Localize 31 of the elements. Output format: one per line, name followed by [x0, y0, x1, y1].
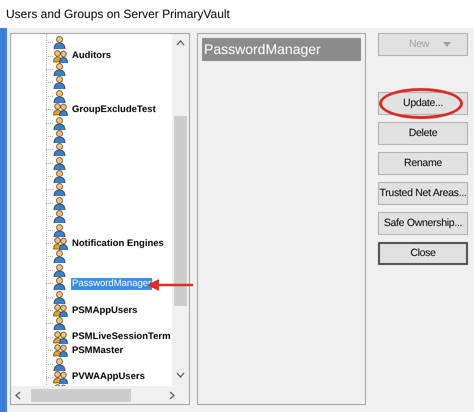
scroll-right-icon[interactable]	[169, 390, 175, 400]
tree-item[interactable]: PSMAppUsers	[71, 304, 138, 316]
caret-icon	[443, 42, 452, 47]
scroll-left-icon[interactable]	[15, 390, 21, 400]
group-icon	[53, 50, 68, 63]
group-icon	[53, 370, 68, 384]
scroll-up-icon[interactable]	[176, 40, 185, 46]
group-icon	[53, 344, 68, 358]
tree-item[interactable]: Auditors	[71, 50, 112, 62]
window-title: Users and Groups on Server PrimaryVault	[6, 6, 230, 23]
dialog-button[interactable]: Update...	[378, 92, 468, 115]
tree-item[interactable]: PSMMaster	[71, 344, 124, 357]
scroll-thumb[interactable]	[31, 388, 131, 402]
dialog-button[interactable]: Trusted Net Areas...	[378, 182, 468, 205]
dialog-button[interactable]: Safe Ownership...	[378, 212, 468, 235]
dialog-button[interactable]: Close	[378, 242, 468, 265]
group-icon	[53, 237, 68, 250]
dialog-button[interactable]: Rename	[378, 152, 468, 175]
tree-item[interactable]: GroupExcludeTest	[71, 104, 157, 116]
tree-item[interactable]: Notification Engines	[71, 238, 165, 250]
user-icon	[53, 277, 68, 290]
group-icon	[53, 304, 68, 317]
tree-item[interactable]: PVWAAppUsers	[71, 371, 146, 384]
vertical-scrollbar[interactable]	[172, 34, 189, 387]
tree-item[interactable]: PSMLiveSessionTerm	[71, 331, 172, 344]
group-icon	[53, 103, 68, 116]
group-icon	[53, 330, 68, 344]
scroll-down-icon[interactable]	[176, 372, 185, 378]
scroll-thumb[interactable]	[174, 116, 187, 306]
dialog-button[interactable]: Delete	[378, 122, 468, 145]
horizontal-scrollbar[interactable]	[11, 386, 189, 404]
